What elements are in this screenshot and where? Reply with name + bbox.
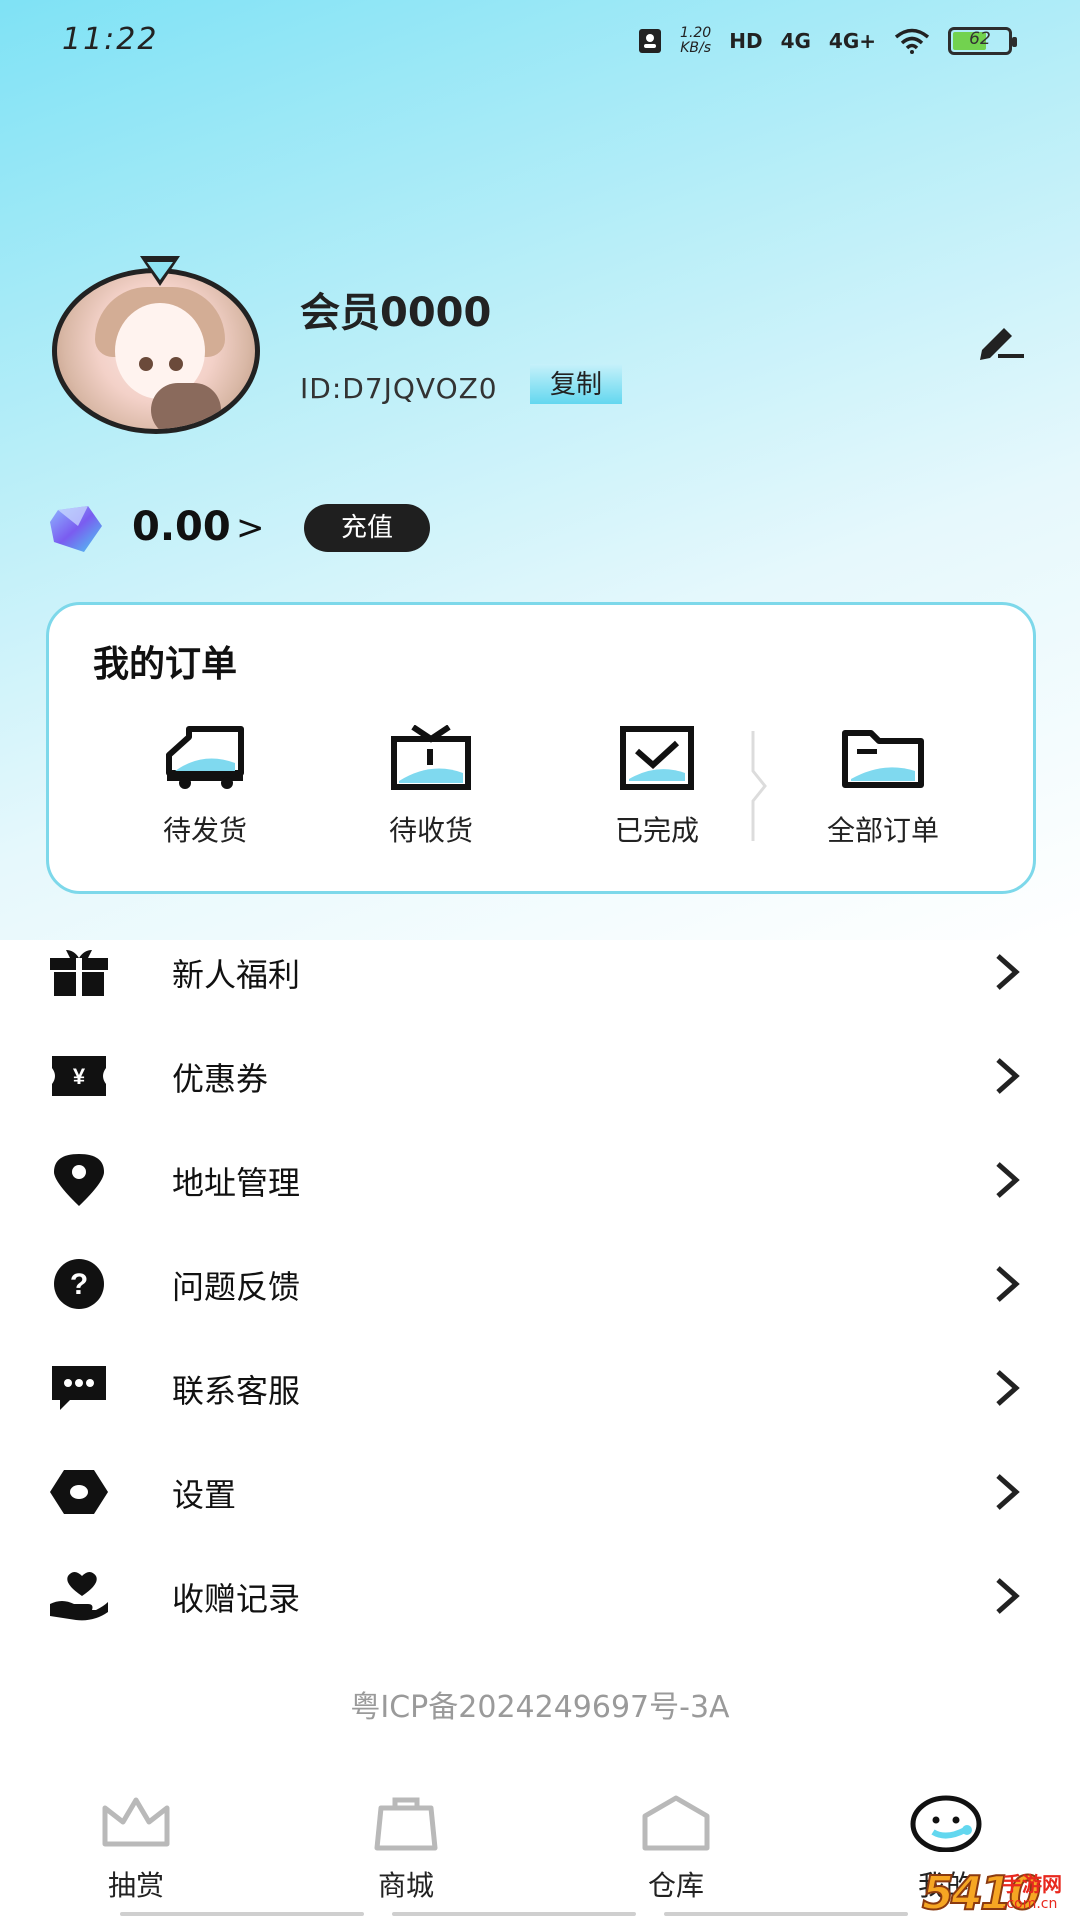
status-time: 11:22: [62, 22, 159, 57]
menu-label: 联系客服: [172, 1372, 301, 1410]
check-box-icon: [620, 726, 694, 790]
balance-arrow[interactable]: >: [236, 508, 265, 548]
menu-item-address-management[interactable]: 地址管理: [0, 1128, 1080, 1232]
menu-item-settings[interactable]: 设置: [0, 1440, 1080, 1544]
menu-item-gift-records[interactable]: 收赠记录: [0, 1544, 1080, 1648]
divider-chevron-icon: [751, 731, 767, 841]
order-all[interactable]: 全部订单: [783, 725, 983, 849]
wifi-icon: [894, 28, 930, 54]
status-icons: 1.20 KB/s HD 4G 4G+ 62: [638, 26, 1017, 56]
icp-license-text[interactable]: 粤ICP备2024249697号-3A: [0, 1682, 1080, 1726]
heart-hand-icon: [50, 1572, 108, 1621]
gift-icon: [50, 950, 108, 996]
chevron-right-icon: [996, 1474, 1020, 1510]
menu-item-customer-service[interactable]: 联系客服: [0, 1336, 1080, 1440]
question-icon: ?: [54, 1259, 104, 1309]
watermark-text: 手游网: [1002, 1872, 1062, 1896]
nav-tab-shop[interactable]: 商城: [306, 1780, 506, 1904]
username: 会员0000: [300, 290, 492, 336]
diamond-icon: [50, 506, 102, 552]
chevron-right-icon: [996, 1058, 1020, 1094]
watermark-url: .com.cn: [1002, 1896, 1058, 1912]
sim2-signal: 4G+: [828, 29, 876, 53]
menu-label: 优惠券: [172, 1060, 269, 1098]
order-label: 待收货: [388, 814, 473, 847]
coupon-icon: ¥: [52, 1056, 106, 1096]
chat-bubble-icon: [52, 1366, 106, 1410]
nav-label: 仓库: [647, 1869, 704, 1902]
order-label: 待发货: [162, 814, 247, 847]
warehouse-icon: [642, 1795, 710, 1851]
menu-label: 地址管理: [172, 1164, 301, 1202]
nav-tab-lottery[interactable]: 抽赏: [36, 1780, 236, 1904]
battery-level: 62: [969, 29, 991, 49]
truck-icon: [166, 726, 244, 789]
my-orders-card: 我的订单 待发货 待收货 已完成 全部订单: [46, 602, 1036, 894]
location-pin-icon: [54, 1154, 104, 1206]
contact-card-icon: [639, 29, 662, 53]
chevron-right-icon: [996, 1370, 1020, 1406]
tv-box-icon: [391, 725, 471, 790]
menu-item-coupons[interactable]: ¥ 优惠券: [0, 1024, 1080, 1128]
order-pending-receipt[interactable]: 待收货: [331, 725, 531, 849]
chevron-right-icon: [996, 954, 1020, 990]
order-pending-shipment[interactable]: 待发货: [105, 725, 305, 849]
bottom-nav: 抽赏 商城 仓库 我的: [0, 1780, 1080, 1920]
nav-indicator: [392, 1912, 636, 1916]
menu-label: 新人福利: [172, 956, 301, 994]
svg-text:?: ?: [70, 1268, 88, 1301]
battery-icon: 62: [948, 27, 1017, 55]
smiley-face-icon: [910, 1795, 982, 1852]
folder-icon: [842, 730, 924, 788]
nav-label: 抽赏: [107, 1869, 164, 1902]
user-id: ID:D7JQVOZ0: [300, 372, 498, 405]
menu-item-new-user-benefits[interactable]: 新人福利: [0, 920, 1080, 1024]
balance-value[interactable]: 0.00: [132, 504, 231, 550]
edit-pencil-icon[interactable]: [976, 322, 1026, 362]
chevron-right-icon: [996, 1162, 1020, 1198]
site-watermark-logo: 5410 手游网 .com.cn: [921, 1864, 1080, 1920]
nav-indicator: [120, 1912, 364, 1916]
network-speed-unit: KB/s: [680, 40, 712, 56]
nav-indicator: [664, 1912, 908, 1916]
order-completed[interactable]: 已完成: [557, 725, 757, 849]
hexagon-settings-icon: [50, 1470, 108, 1514]
menu-label: 问题反馈: [172, 1268, 301, 1306]
order-label: 已完成: [614, 814, 699, 847]
menu-label: 收赠记录: [172, 1580, 301, 1618]
order-label: 全部订单: [826, 814, 939, 847]
network-speed-value: 1.20: [680, 25, 712, 41]
nav-tab-warehouse[interactable]: 仓库: [576, 1780, 776, 1904]
nav-label: 商城: [377, 1869, 434, 1902]
chevron-right-icon: [996, 1578, 1020, 1614]
menu-label: 设置: [172, 1476, 237, 1514]
shopping-bag-icon: [374, 1797, 438, 1851]
network-speed: 1.20 KB/s: [680, 26, 711, 56]
sim1-signal: 4G: [780, 29, 811, 53]
hd-indicator: HD: [729, 29, 763, 53]
copy-id-button[interactable]: 复制: [530, 364, 623, 404]
menu-item-feedback[interactable]: ? 问题反馈: [0, 1232, 1080, 1336]
status-bar: 11:22 1.20 KB/s HD 4G 4G+ 62: [0, 0, 1080, 86]
chevron-right-icon: [996, 1266, 1020, 1302]
recharge-button[interactable]: 充值: [304, 504, 430, 552]
my-orders-title: 我的订单: [93, 644, 238, 685]
svg-text:¥: ¥: [73, 1064, 86, 1089]
crown-icon: [102, 1797, 170, 1847]
avatar[interactable]: [52, 268, 260, 434]
